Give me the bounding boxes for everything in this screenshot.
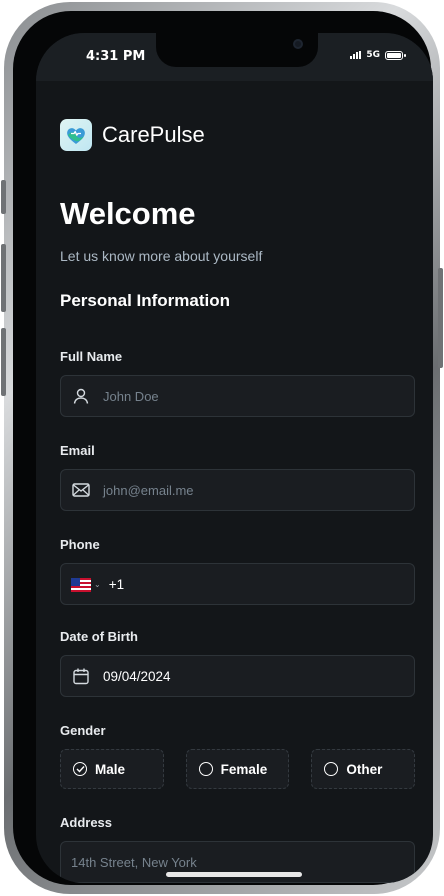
phone-frame: 4:31 PM 5G CarePulse Welcome Let us know… xyxy=(1,2,443,894)
radio-icon[interactable] xyxy=(324,762,339,776)
country-chevron-down-icon[interactable]: ⌄ xyxy=(94,580,101,589)
gender-option-label: Female xyxy=(220,761,268,777)
screen: 4:31 PM 5G CarePulse Welcome Let us know… xyxy=(36,33,433,883)
dob-field[interactable]: 09/04/2024 xyxy=(60,655,415,697)
full-name-field[interactable]: John Doe xyxy=(60,375,415,417)
status-time: 4:31 PM xyxy=(86,49,146,64)
notch xyxy=(156,33,318,67)
address-label: Address xyxy=(60,815,113,830)
status-bar: 4:31 PM 5G xyxy=(36,33,433,81)
status-indicators: 5G xyxy=(350,50,406,60)
page-title: Welcome xyxy=(60,196,196,231)
phone-field[interactable]: ⌄ +1 xyxy=(60,563,415,605)
gender-radio-group: Male Female Other xyxy=(60,749,416,789)
full-name-label: Full Name xyxy=(60,349,123,364)
phone-bezel: 4:31 PM 5G CarePulse Welcome Let us know… xyxy=(13,11,433,885)
brand-name: CarePulse xyxy=(102,122,205,147)
gender-option-female[interactable]: Female xyxy=(185,749,290,789)
gender-label: Gender xyxy=(60,723,106,738)
mute-switch xyxy=(1,180,6,214)
dob-label: Date of Birth xyxy=(60,629,138,644)
check-circle-icon[interactable] xyxy=(73,762,87,776)
front-camera xyxy=(293,39,303,49)
gender-option-label: Other xyxy=(346,761,383,777)
us-flag-icon[interactable] xyxy=(71,577,91,592)
home-indicator[interactable] xyxy=(166,872,302,877)
gender-option-male[interactable]: Male xyxy=(60,749,164,789)
user-icon xyxy=(71,386,91,406)
email-label: Email xyxy=(60,443,95,458)
power-button xyxy=(438,268,443,368)
gender-option-other[interactable]: Other xyxy=(311,749,416,789)
phone-input[interactable]: +1 xyxy=(109,577,124,592)
email-input[interactable]: john@email.me xyxy=(103,483,194,498)
radio-icon[interactable] xyxy=(198,762,213,776)
email-field[interactable]: john@email.me xyxy=(60,469,415,511)
calendar-icon xyxy=(71,666,91,686)
carepulse-logo-icon xyxy=(60,119,92,151)
volume-down-button xyxy=(1,328,6,396)
mail-icon xyxy=(71,480,91,500)
brand-header: CarePulse xyxy=(60,119,205,151)
gender-option-label: Male xyxy=(95,761,126,777)
signal-icon xyxy=(350,51,362,59)
battery-icon xyxy=(385,50,406,60)
section-title: Personal Information xyxy=(60,291,231,310)
phone-label: Phone xyxy=(60,537,100,552)
full-name-input[interactable]: John Doe xyxy=(103,389,159,404)
network-label: 5G xyxy=(366,50,380,60)
address-input[interactable]: 14th Street, New York xyxy=(71,855,197,870)
page-subtitle: Let us know more about yourself xyxy=(60,248,263,264)
volume-up-button xyxy=(1,244,6,312)
dob-input[interactable]: 09/04/2024 xyxy=(103,669,171,684)
